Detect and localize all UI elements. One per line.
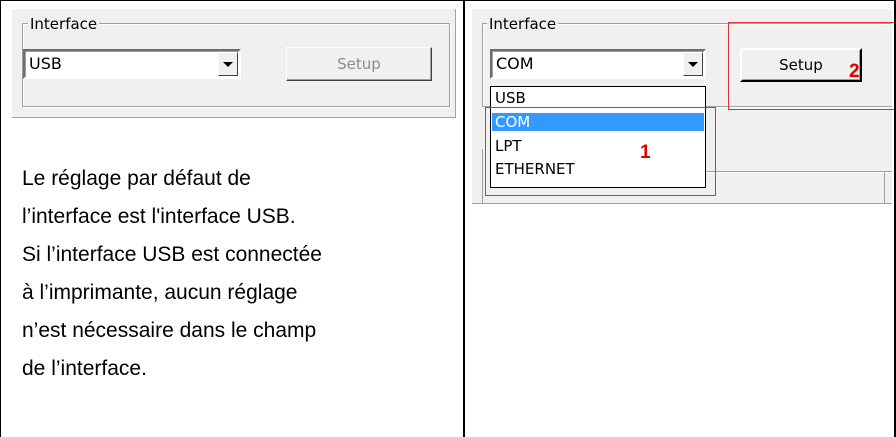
left-setup-button[interactable]: Setup xyxy=(286,47,432,81)
chevron-down-icon xyxy=(223,61,233,67)
left-table-border xyxy=(0,0,1,437)
right-combo-dropdown-button[interactable] xyxy=(683,52,703,76)
callout-box-1 xyxy=(485,107,716,196)
right-combo-value: COM xyxy=(496,54,534,73)
description-line: Le réglage par défaut de xyxy=(22,167,251,190)
right-interface-combobox[interactable]: COM xyxy=(490,49,706,79)
left-groupbox-edge-lower xyxy=(482,149,483,204)
left-dialog-panel: Interface USB Setup xyxy=(12,9,456,118)
chevron-down-icon xyxy=(688,61,698,67)
description-line: de l’interface. xyxy=(22,357,147,380)
description-line: l’interface est l'interface USB. xyxy=(22,205,296,228)
callout-number-2: 2 xyxy=(849,61,860,82)
lower-groupbox-right-edge xyxy=(884,171,885,204)
description-line: Si l’interface USB est connectée xyxy=(22,243,322,266)
callout-number-1: 1 xyxy=(640,142,651,163)
description-line: à l’imprimante, aucun réglage xyxy=(22,281,298,304)
table-top-border xyxy=(0,0,896,1)
left-combo-dropdown-button[interactable] xyxy=(218,52,238,76)
left-interface-combobox[interactable]: USB xyxy=(23,49,241,79)
description-text: Le réglage par défaut de l’interface est… xyxy=(22,160,462,388)
right-interface-group-label: Interface xyxy=(487,15,559,33)
dropdown-option-usb[interactable]: USB xyxy=(492,89,704,107)
callout-box-2 xyxy=(728,22,894,110)
left-combo-value: USB xyxy=(29,54,62,73)
left-interface-group-label: Interface xyxy=(28,15,100,33)
column-divider xyxy=(463,0,465,437)
description-line: n’est nécessaire dans le champ xyxy=(22,319,317,342)
